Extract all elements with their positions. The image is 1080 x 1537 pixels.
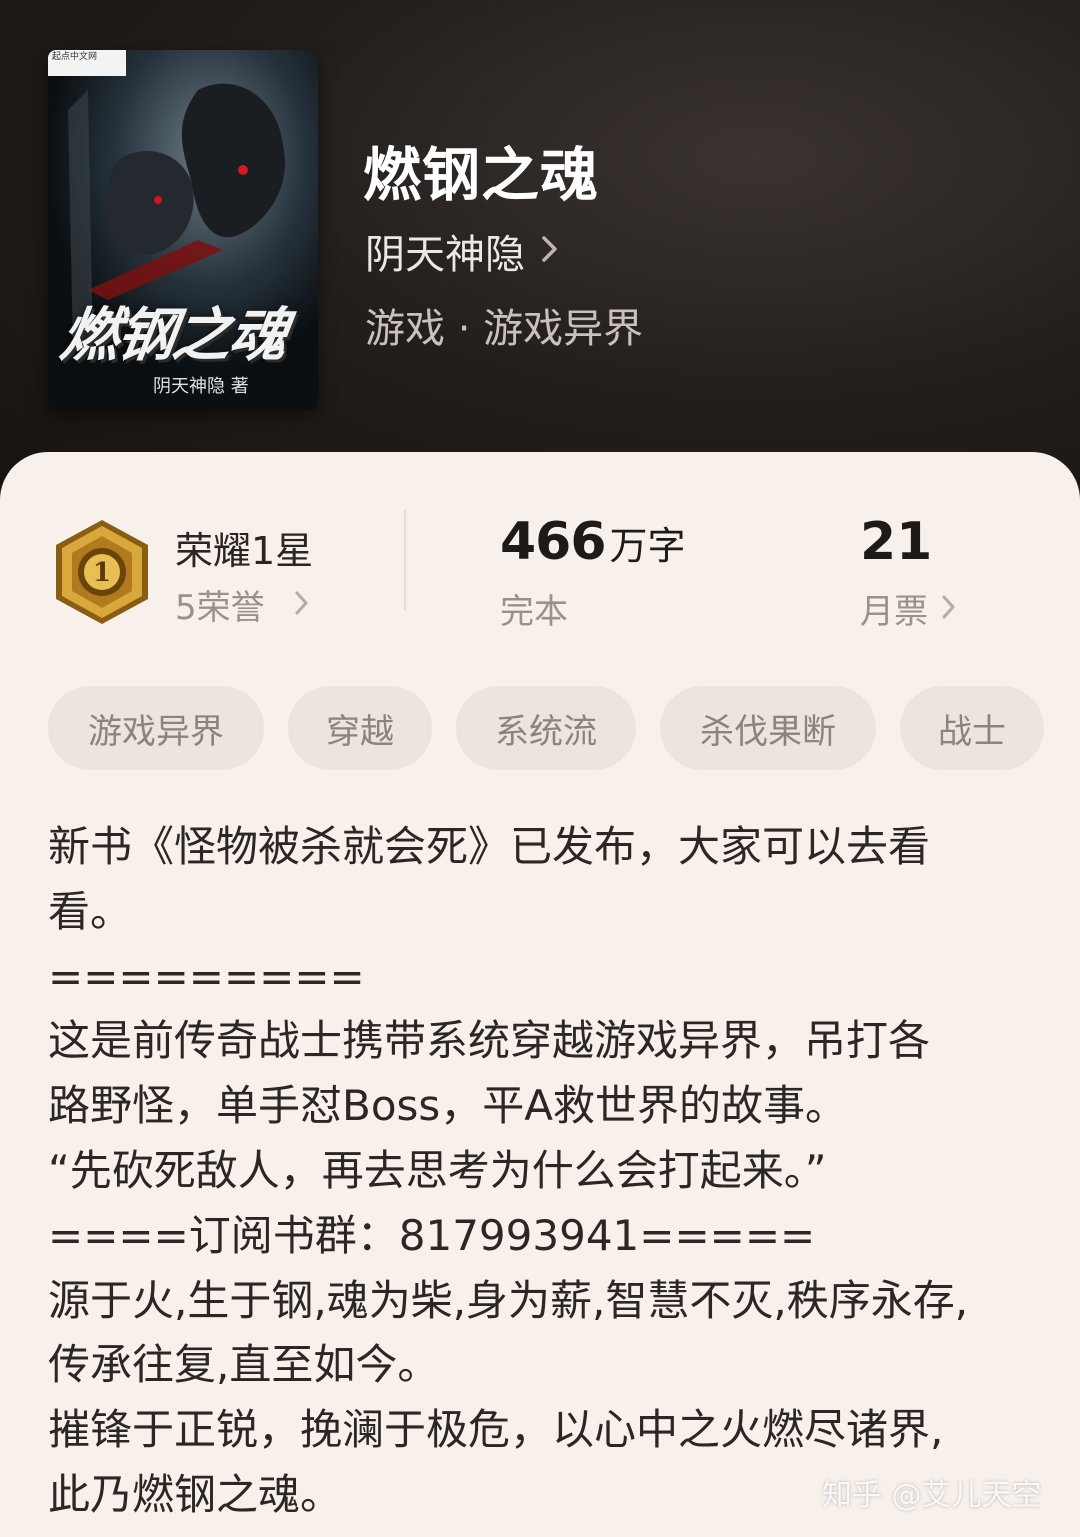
description-line: 看。 [48,886,133,936]
stats-divider [404,510,406,610]
book-cover-image[interactable]: 起点中文网 燃钢之魂 阴天神隐 著 [48,50,318,410]
chevron-right-icon [295,585,309,625]
chevron-right-icon [942,589,956,629]
description-line: 这是前传奇战士携带系统穿越游戏异界，吊打各 [48,1016,931,1066]
honor-points: 5荣誉 [175,588,265,628]
book-description[interactable]: 新书《怪物被杀就会死》已发布，大家可以去看 看。 ========= 这是前传奇… [48,815,1038,1528]
description-line: 传承往复,直至如今。 [48,1340,440,1390]
description-line: 路野怪，单手怼Boss，平A救世界的故事。 [48,1081,848,1131]
zhihu-watermark: 知乎 @艾儿天空 [822,1478,1042,1513]
description-line: ========= [48,951,365,1001]
honor-points-link[interactable]: 5荣誉 [175,580,309,629]
chevron-right-icon [541,228,559,274]
word-count-value: 466 [500,512,607,572]
author-name: 阴天神隐 [365,232,525,278]
book-genre: 游戏 · 游戏异界 [365,306,644,352]
tag-chip[interactable]: 穿越 [288,686,432,770]
honor-level: 荣耀1星 [175,529,314,573]
word-count-unit: 万字 [609,524,686,568]
description-line: 源于火,生于钢,魂为柴,身为薪,智慧不灭,秩序永存, [48,1275,969,1325]
cover-author-text: 阴天神隐 著 [153,376,249,397]
monthly-votes-link[interactable]: 月票 [860,584,956,633]
publisher-badge: 起点中文网 [48,50,126,76]
medal-1-icon: 1 [56,520,148,624]
completion-status: 完本 [500,592,568,632]
book-title: 燃钢之魂 [363,141,600,209]
monthly-votes-value: 21 [860,512,933,572]
tag-chip[interactable]: 游戏异界 [48,686,264,770]
tag-chip[interactable]: 杀伐果断 [660,686,876,770]
svg-text:1: 1 [93,558,111,588]
description-line: 摧锋于正锐，挽澜于极危，以心中之火燃尽诸界, [48,1405,944,1455]
author-link[interactable]: 阴天神隐 [365,222,559,280]
word-count: 466 万字 [500,512,686,572]
cover-title-text: 燃钢之魂 [56,301,291,369]
monthly-votes-label: 月票 [860,592,928,632]
description-line: 新书《怪物被杀就会死》已发布，大家可以去看 [48,822,931,871]
tag-chip[interactable]: 战士 [900,686,1044,770]
tag-chip[interactable]: 系统流 [456,686,636,770]
description-line: ====订阅书群：817993941===== [48,1210,816,1260]
description-line: “先砍死敌人，再去思考为什么会打起来。” [48,1145,827,1195]
